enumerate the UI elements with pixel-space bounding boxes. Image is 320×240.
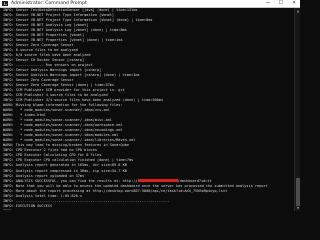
console-output[interactable]: INFO: Sensor TestDataDetectionSensor [ja… <box>3 8 293 210</box>
console-line-text: INFO: Sensor VB.NET Analysis Log [vbnet]… <box>3 28 127 33</box>
console-line-text: INFO: ----------------------------------… <box>3 198 170 203</box>
console-line-text: INFO: 0/0 source files have been analyze… <box>3 53 91 58</box>
console-line-text: INFO: Sensor VB.NET Analysis Log [vbnet] <box>3 23 89 28</box>
console-line-text: INFO: 0 source files to be analyzed <box>3 48 78 53</box>
console-line-text: INFO: Sensor Analysis Warnings import [c… <box>3 73 140 78</box>
prompt-glyph-icon <box>4 2 7 5</box>
scroll-thumb[interactable] <box>296 178 300 206</box>
console-line-text: WARN: * node_modules/sonar-scanner/.idea… <box>3 133 119 138</box>
console-line-text: WARN: * node_modules/sonar-scanner/.idea… <box>3 138 136 143</box>
console-line-text: INFO: Sensor TestDataDetectionSensor [ja… <box>3 8 138 12</box>
console-line-text: WARN: * node_modules/sonar-scanner/.idea… <box>3 108 110 113</box>
console-line-text: INFO: Sensor Analysis Warnings import [c… <box>3 68 102 73</box>
console-line-text: INFO: Analysis report generated in 165ms… <box>3 163 127 168</box>
console-line-text: INFO: Sensor C# Docker Sensor [csharp] <box>3 58 85 63</box>
console-line-text: INFO: Sensor VB.NET Project Type Informa… <box>3 18 153 23</box>
console-line-text: INFO: More about the report processing a… <box>3 188 228 193</box>
console-line-text: INFO: SCM Publisher SCM provider for thi… <box>3 88 125 93</box>
maximize-button[interactable]: ☐ <box>275 0 287 7</box>
console-line-text: INFO: SCM Publisher 4 source files to be… <box>3 93 108 98</box>
cmd-icon <box>2 1 8 6</box>
console-line-text: INFO: ANALYSIS SUCCESSFUL, you can find … <box>3 178 138 183</box>
command-prompt-window: Administrator: Command Prompt — ☐ ✕ INFO… <box>0 0 300 211</box>
title-bar[interactable]: Administrator: Command Prompt — ☐ ✕ <box>0 0 300 8</box>
vertical-scrollbar[interactable]: ▲ ▼ <box>294 8 300 211</box>
console-line-text: INFO: Sensor Zero Coverage Sensor <box>3 78 74 83</box>
console-line-text: INFO: Analysis report uploaded in 37ms <box>3 173 85 178</box>
close-button[interactable]: ✕ <box>288 0 300 7</box>
console-line-text: INFO: CPD Executor 2 files had no CPD bl… <box>3 148 97 153</box>
console-line-text: INFO: ----------------------------------… <box>3 209 170 210</box>
console-line-text: WARN: * node_modules/sonar-scanner/.idea… <box>3 118 112 123</box>
console-line-text: WARN: * index.html <box>3 113 46 118</box>
console-line-text: INFO: Sensor VB.NET Properties [vbnet] (… <box>3 38 123 43</box>
console-line-text: INFO: CPD Executor CPD calculation finis… <box>3 158 134 163</box>
console-line-text: INFO: SCM Publisher 4/4 source files hav… <box>3 98 164 103</box>
window-title: Administrator: Command Prompt <box>11 1 87 6</box>
console-line-text: WARN: Missing blame information for the … <box>3 103 123 108</box>
console-line-text: INFO: Sensor VB.NET Properties [vbnet] <box>3 33 85 38</box>
console-line-text: INFO: Analysis report compressed in 36ms… <box>3 168 127 173</box>
analysis-url-suffix: /dashboard?id=tt <box>177 178 212 183</box>
console-line-text: INFO: Sensor VB.NET Project Type Informa… <box>3 13 115 18</box>
minimize-button[interactable]: — <box>262 0 274 7</box>
console-line-text: WARN: This may lead to missing/broken fe… <box>3 143 129 148</box>
scroll-down-arrow-icon[interactable]: ▼ <box>296 206 300 210</box>
console-line-text: INFO: Analysis total time: 1:05.826 s <box>3 193 83 198</box>
console-line-text: INFO: CPD Executor Calculating CPD for 0… <box>3 153 102 158</box>
console-line-text: INFO: Note that you will be able to acce… <box>3 183 268 188</box>
console-line-text: INFO: EXECUTION SUCCESS <box>3 203 53 208</box>
console-line-text: WARN: * node_modules/sonar-scanner/.idea… <box>3 123 123 128</box>
redacted-host-block <box>137 179 178 183</box>
console-line-text: INFO: Sensor Zero Coverage Sensor <box>3 43 74 48</box>
console-line-text: INFO: Sensor Zero Coverage Sensor (done)… <box>3 83 115 88</box>
scroll-up-arrow-icon[interactable]: ▲ <box>296 9 300 13</box>
console-line-text: WARN: * node_modules/sonar-scanner/.idea… <box>3 128 123 133</box>
console-line: INFO: ----------------------------------… <box>3 209 293 210</box>
console-line-text: INFO: ------------- Run sensors on proje… <box>3 63 93 68</box>
